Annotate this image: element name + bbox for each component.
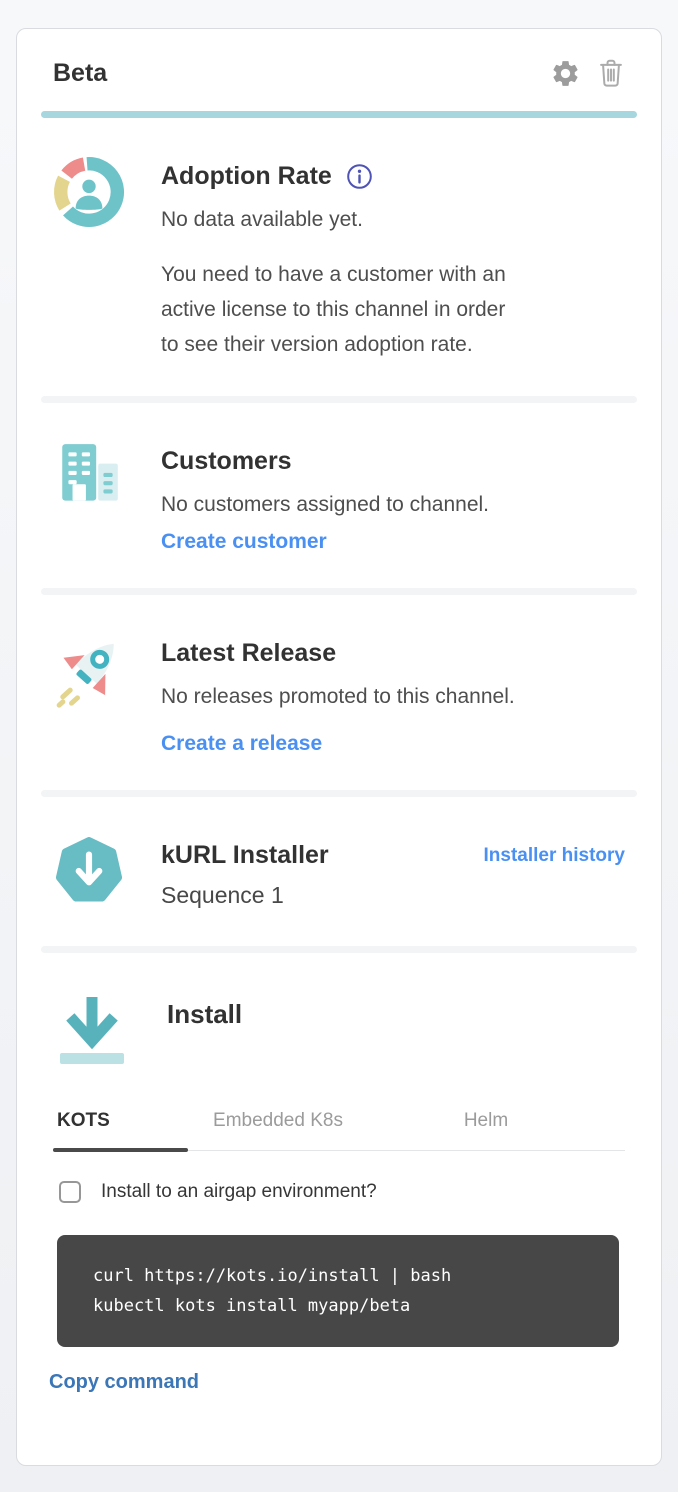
header-icons [550,57,625,89]
section-divider [41,396,637,403]
install-tabs: KOTS Embedded K8s Helm [53,1098,625,1151]
tab-kots[interactable]: KOTS [53,1098,188,1150]
tab-embedded-k8s[interactable]: Embedded K8s [188,1098,368,1150]
customers-buildings-icon [53,441,125,554]
adoption-empty-text: No data available yet. [161,203,625,237]
trash-icon[interactable] [597,57,625,89]
latest-release-title: Latest Release [161,639,336,668]
adoption-rate-section: Adoption Rate No data available yet. You… [39,118,639,396]
install-title: Install [167,989,242,1078]
airgap-label: Install to an airgap environment? [101,1181,377,1203]
tab-helm[interactable]: Helm [406,1098,566,1150]
gear-icon[interactable] [550,58,581,89]
create-customer-link[interactable]: Create customer [161,530,327,554]
channel-card: Beta [16,28,662,1466]
channel-title: Beta [53,59,107,88]
airgap-checkbox[interactable] [59,1181,81,1203]
airgap-row: Install to an airgap environment? [59,1181,625,1203]
release-empty-text: No releases promoted to this channel. [161,680,625,714]
install-command-code[interactable]: curl https://kots.io/install | bashkubec… [57,1235,619,1347]
rocket-icon [53,633,125,756]
section-divider [41,588,637,595]
kurl-installer-title: kURL Installer [161,841,329,870]
installer-history-link[interactable]: Installer history [484,845,626,867]
hint-line: active license to this channel in order [161,292,625,327]
customers-empty-text: No customers assigned to channel. [161,488,625,522]
hint-line: You need to have a customer with an [161,257,625,292]
info-icon[interactable] [346,163,373,190]
section-divider [41,946,637,953]
command-line: kubectl kots install myapp/beta [93,1291,599,1321]
customers-section: Customers No customers assigned to chann… [39,403,639,588]
kurl-installer-section: kURL Installer Installer history Sequenc… [39,797,639,946]
install-section-header: Install [39,953,639,1082]
create-release-link[interactable]: Create a release [161,732,322,756]
installer-sequence: Sequence 1 [161,882,625,909]
copy-command-link[interactable]: Copy command [49,1371,199,1394]
adoption-rate-title: Adoption Rate [161,162,332,191]
section-divider [41,790,637,797]
command-line: curl https://kots.io/install | bash [93,1261,599,1291]
adoption-donut-icon [53,156,125,362]
hint-line: to see their version adoption rate. [161,327,625,362]
channel-accent-bar [41,111,637,118]
card-header: Beta [39,29,639,111]
latest-release-section: Latest Release No releases promoted to t… [39,595,639,790]
install-download-icon [55,989,127,1078]
customers-title: Customers [161,447,292,476]
adoption-hint-text: You need to have a customer with an acti… [161,257,625,362]
installer-heptagon-icon [53,835,125,912]
